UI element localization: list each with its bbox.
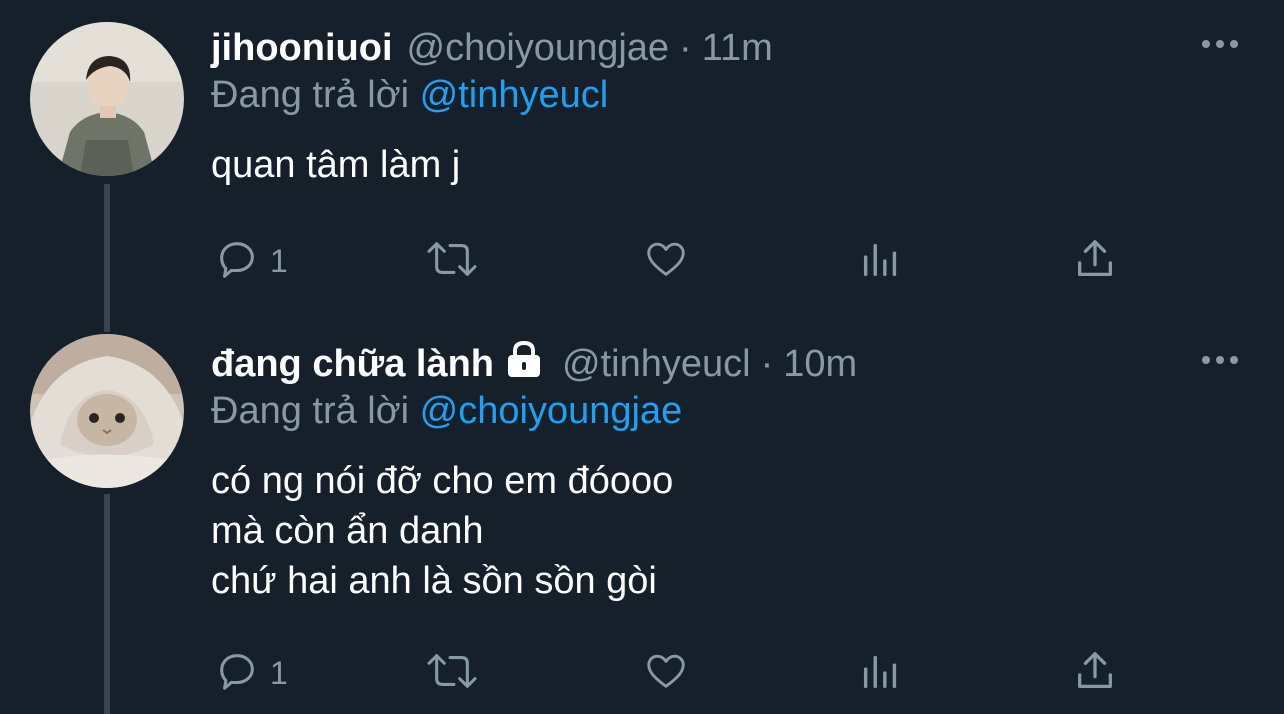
tweet-text: quan tâm làm j xyxy=(211,140,460,190)
tweet-text-line: có ng nói đỡ cho em đóooo xyxy=(211,460,674,502)
analytics-button[interactable] xyxy=(858,236,904,286)
tweet-text-line: mà còn ẩn danh xyxy=(211,510,484,552)
share-icon xyxy=(1072,236,1118,287)
heart-icon xyxy=(642,648,690,699)
tweet-text-line: quan tâm làm j xyxy=(211,144,461,186)
analytics-button[interactable] xyxy=(858,648,904,698)
display-name[interactable]: jihooniuoi xyxy=(211,27,393,70)
like-button[interactable] xyxy=(642,648,690,698)
tweet-1[interactable]: jihooniuoi @choiyoungjae · 11m Đang trả … xyxy=(0,20,1284,310)
tweet-header: đang chữa lành @tinhyeucl · 10m xyxy=(211,336,857,392)
reply-prefix: Đang trả lời xyxy=(211,390,420,432)
display-name[interactable]: đang chữa lành xyxy=(211,343,494,386)
replying-to: Đang trả lời @tinhyeucl xyxy=(211,74,608,122)
reply-count: 1 xyxy=(270,654,288,691)
retweet-icon xyxy=(424,648,480,699)
separator-dot: · xyxy=(679,26,692,69)
timestamp[interactable]: 11m xyxy=(702,27,773,70)
like-button[interactable] xyxy=(642,236,690,286)
reply-prefix: Đang trả lời xyxy=(211,74,420,116)
tweet-2[interactable]: đang chữa lành @tinhyeucl · 10m Đang trả… xyxy=(0,334,1284,714)
tweet-actions: 1 xyxy=(0,236,1284,286)
tweet-text-line: chứ hai anh là sồn sồn gòi xyxy=(211,560,657,602)
avatar-jihooniuoi[interactable] xyxy=(30,22,184,176)
more-dots-icon[interactable] xyxy=(1200,350,1240,370)
replying-to: Đang trả lời @choiyoungjae xyxy=(211,390,682,438)
reply-mention[interactable]: @tinhyeucl xyxy=(420,74,609,116)
share-button[interactable] xyxy=(1072,648,1118,698)
tweet-text: có ng nói đỡ cho em đóooo mà còn ẩn danh… xyxy=(211,456,673,606)
timestamp[interactable]: 10m xyxy=(783,343,857,386)
handle[interactable]: @tinhyeucl xyxy=(562,343,751,386)
speech-bubble-icon xyxy=(214,648,260,699)
more-dots-icon[interactable] xyxy=(1200,34,1240,54)
heart-icon xyxy=(642,236,690,287)
reply-button[interactable]: 1 xyxy=(214,236,288,286)
avatar-tinhyeucl[interactable] xyxy=(30,334,184,488)
reply-button[interactable]: 1 xyxy=(214,648,288,698)
retweet-icon xyxy=(424,236,480,287)
reply-count: 1 xyxy=(270,242,288,279)
share-button[interactable] xyxy=(1072,236,1118,286)
tweet-actions: 1 xyxy=(0,648,1284,698)
bar-chart-icon xyxy=(858,648,904,699)
lock-icon xyxy=(504,340,544,388)
reply-mention[interactable]: @choiyoungjae xyxy=(420,390,683,432)
speech-bubble-icon xyxy=(214,236,260,287)
separator-dot: · xyxy=(760,342,774,385)
handle[interactable]: @choiyoungjae xyxy=(407,27,670,70)
bar-chart-icon xyxy=(858,236,904,287)
retweet-button[interactable] xyxy=(424,648,480,698)
share-icon xyxy=(1072,648,1118,699)
retweet-button[interactable] xyxy=(424,236,480,286)
tweet-header: jihooniuoi @choiyoungjae · 11m xyxy=(211,20,773,76)
